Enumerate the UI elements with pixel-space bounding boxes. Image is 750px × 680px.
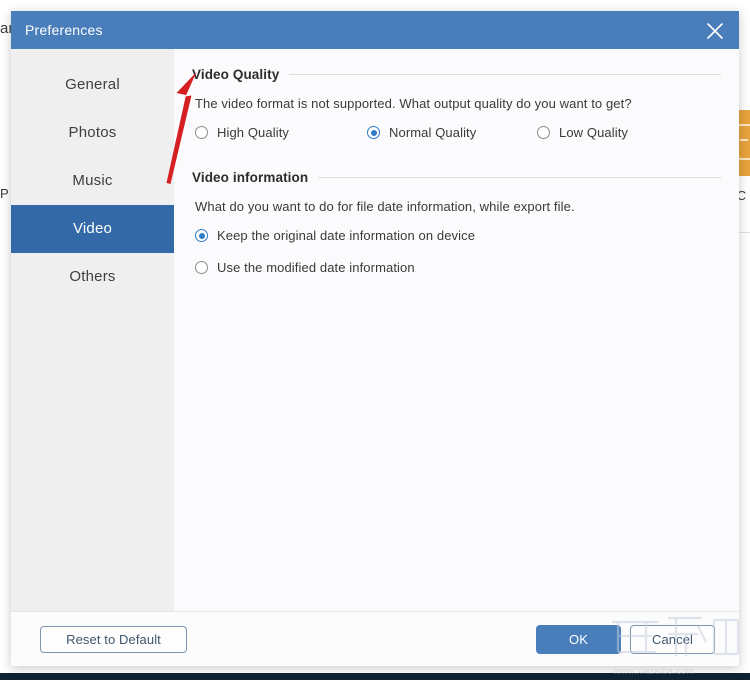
video-information-title: Video information: [192, 170, 308, 185]
dialog-title: Preferences: [25, 22, 103, 38]
screen: an f P IC Preferences General Photos Mus…: [0, 0, 750, 680]
dialog-footer: Reset to Default OK Cancel: [11, 611, 739, 666]
radio-low-quality[interactable]: Low Quality: [537, 125, 628, 140]
dialog-titlebar: Preferences: [11, 11, 739, 49]
desktop-taskbar: [0, 673, 750, 680]
video-quality-radio-group: High Quality Normal Quality Low Quality: [195, 125, 721, 140]
video-information-section-header: Video information: [192, 170, 721, 185]
radio-label-high-quality: High Quality: [217, 125, 289, 140]
sidebar-item-general[interactable]: General: [11, 61, 174, 109]
preferences-dialog: Preferences General Photos Music Video O…: [11, 11, 739, 666]
section-divider: [318, 177, 721, 178]
radio-icon-selected: [195, 229, 208, 242]
sidebar-item-others[interactable]: Others: [11, 253, 174, 301]
ok-button[interactable]: OK: [536, 625, 621, 654]
radio-normal-quality[interactable]: Normal Quality: [367, 125, 537, 140]
video-quality-description: The video format is not supported. What …: [195, 96, 721, 111]
sidebar-item-photos[interactable]: Photos: [11, 109, 174, 157]
date-info-radio-group-second: Use the modified date information: [195, 260, 721, 275]
radio-use-modified-date[interactable]: Use the modified date information: [195, 260, 415, 275]
cancel-button[interactable]: Cancel: [630, 625, 715, 654]
video-quality-section-header: Video Quality: [192, 67, 721, 82]
radio-label-use-modified-date: Use the modified date information: [217, 260, 415, 275]
section-spacer: [192, 140, 721, 170]
sidebar-item-music[interactable]: Music: [11, 157, 174, 205]
background-text-fragment-mid-left: P: [0, 186, 9, 201]
radio-high-quality[interactable]: High Quality: [195, 125, 367, 140]
close-icon[interactable]: [703, 19, 727, 43]
radio-label-keep-original-date: Keep the original date information on de…: [217, 228, 475, 243]
radio-keep-original-date[interactable]: Keep the original date information on de…: [195, 228, 475, 243]
radio-icon-unselected: [195, 261, 208, 274]
radio-icon-unselected: [195, 126, 208, 139]
reset-to-default-button[interactable]: Reset to Default: [40, 626, 187, 653]
preferences-sidebar: General Photos Music Video Others: [11, 49, 174, 611]
radio-label-low-quality: Low Quality: [559, 125, 628, 140]
video-quality-title: Video Quality: [192, 67, 279, 82]
radio-icon-selected: [367, 126, 380, 139]
date-info-radio-group: Keep the original date information on de…: [195, 228, 721, 243]
preferences-content: Video Quality The video format is not su…: [174, 49, 739, 611]
sidebar-item-video[interactable]: Video: [11, 205, 174, 253]
radio-label-normal-quality: Normal Quality: [389, 125, 476, 140]
video-information-description: What do you want to do for file date inf…: [195, 199, 721, 214]
dialog-body: General Photos Music Video Others Video …: [11, 49, 739, 611]
section-divider: [289, 74, 721, 75]
radio-icon-unselected: [537, 126, 550, 139]
